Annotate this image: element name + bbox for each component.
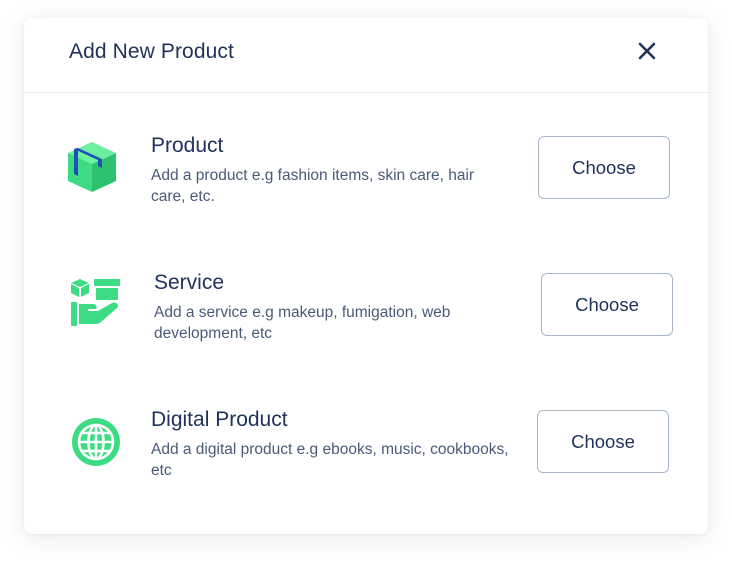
- globe-icon: [70, 416, 126, 472]
- close-icon: [638, 42, 656, 60]
- option-product: Product Add a product e.g fashion items,…: [24, 128, 708, 218]
- choose-product-button[interactable]: Choose: [538, 136, 670, 199]
- service-hand-icon: [68, 277, 124, 333]
- option-title: Product: [151, 134, 224, 157]
- choose-service-button[interactable]: Choose: [541, 273, 673, 336]
- box-icon: [64, 138, 120, 194]
- option-service: Service Add a service e.g makeup, fumiga…: [24, 265, 708, 355]
- modal-header: Add New Product: [24, 18, 708, 93]
- modal-title: Add New Product: [69, 40, 234, 63]
- option-title: Digital Product: [151, 408, 288, 431]
- option-description: Add a service e.g makeup, fumigation, we…: [154, 304, 451, 342]
- option-description: Add a product e.g fashion items, skin ca…: [151, 167, 475, 205]
- option-digital-product: Digital Product Add a digital product e.…: [24, 402, 708, 492]
- close-button[interactable]: [634, 38, 660, 64]
- choose-digital-product-button[interactable]: Choose: [537, 410, 669, 473]
- option-title: Service: [154, 271, 225, 294]
- add-product-modal: Add New Product Product Add a product e.…: [24, 18, 708, 534]
- option-description: Add a digital product e.g ebooks, music,…: [151, 441, 509, 479]
